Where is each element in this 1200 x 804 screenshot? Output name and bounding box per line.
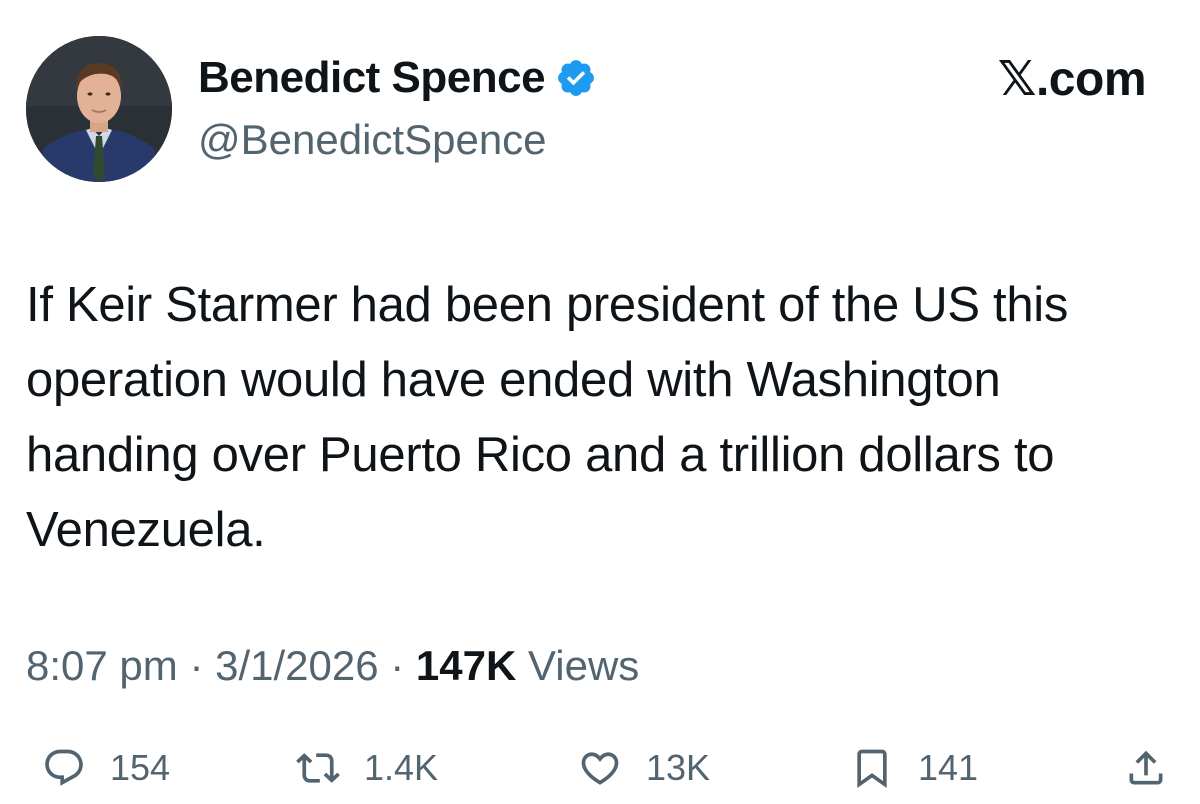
reply-count: 154 — [110, 747, 171, 788]
views-count: 147K — [415, 642, 517, 689]
repost-arrows-icon — [296, 753, 340, 783]
tweet-date[interactable]: 3/1/2026 — [215, 642, 379, 689]
meta-separator: · — [189, 642, 216, 689]
speech-bubble-icon — [45, 749, 83, 786]
bookmark-count: 141 — [918, 747, 979, 788]
tweet-card: Benedict Spence @BenedictSpence 𝕏.com If… — [0, 0, 1200, 804]
avatar[interactable] — [26, 36, 172, 182]
views-label: Views — [528, 642, 640, 689]
action-bar: 154 1.4K 13K 141 — [0, 738, 1200, 798]
share-upload-icon — [1129, 750, 1163, 785]
bookmark-button[interactable]: 141 — [850, 738, 978, 798]
meta-separator: · — [390, 642, 416, 689]
author-name-row: Benedict Spence — [198, 52, 597, 104]
like-count: 13K — [646, 747, 711, 788]
x-com-brand-logo: 𝕏.com — [997, 53, 1147, 106]
avatar-image — [26, 36, 172, 182]
share-button[interactable] — [1124, 738, 1168, 798]
repost-button[interactable]: 1.4K — [296, 738, 438, 798]
author-display-name[interactable]: Benedict Spence — [198, 52, 546, 104]
verified-badge-icon[interactable] — [555, 57, 597, 99]
tweet-meta: 8:07 pm · 3/1/2026 · 147K Views — [26, 638, 639, 694]
reply-button[interactable]: 154 — [42, 738, 170, 798]
tweet-text: If Keir Starmer had been president of th… — [26, 278, 1069, 557]
repost-count: 1.4K — [364, 747, 439, 788]
bookmark-icon — [857, 749, 887, 789]
like-button[interactable]: 13K — [578, 738, 710, 798]
heart-icon — [581, 752, 619, 785]
author-handle[interactable]: @BenedictSpence — [198, 114, 547, 166]
tweet-time[interactable]: 8:07 pm — [26, 642, 178, 689]
